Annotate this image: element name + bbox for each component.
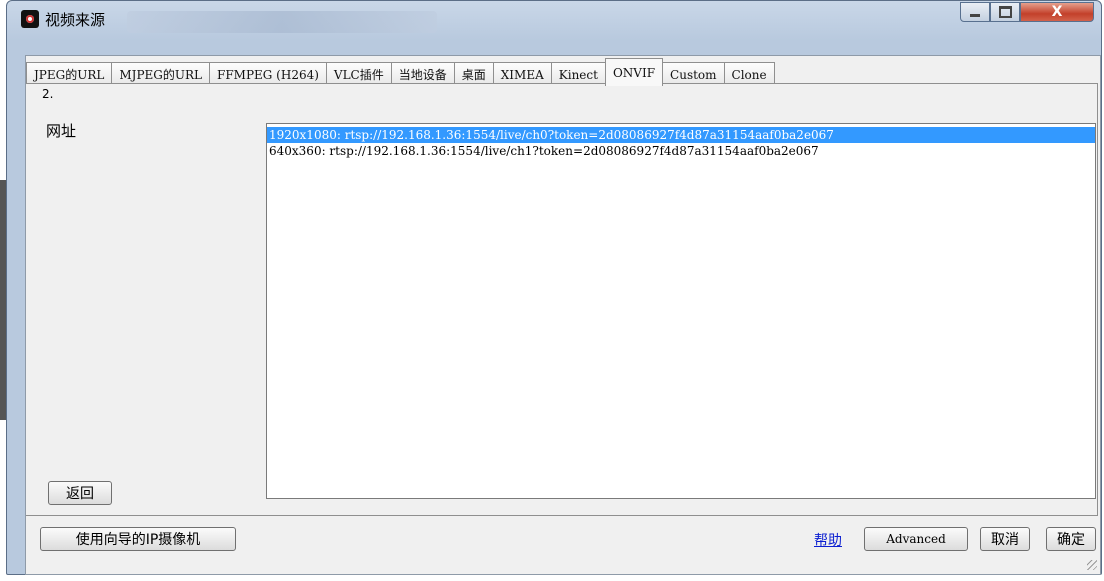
tab-onvif[interactable]: ONVIF xyxy=(604,58,664,86)
list-item[interactable]: 1920x1080: rtsp://192.168.1.36:1554/live… xyxy=(267,127,1095,143)
close-icon: X xyxy=(1051,4,1063,20)
title-bar[interactable]: 视频来源 X xyxy=(7,1,1101,37)
close-button[interactable]: X xyxy=(1020,2,1094,22)
camera-app-icon xyxy=(21,10,39,28)
help-link[interactable]: 帮助 xyxy=(814,530,842,550)
resize-grip-icon[interactable] xyxy=(1087,560,1097,570)
minimize-button[interactable] xyxy=(960,2,990,22)
maximize-icon xyxy=(998,6,1012,18)
ok-button[interactable]: 确定 xyxy=(1046,527,1096,551)
cancel-button[interactable]: 取消 xyxy=(980,527,1030,551)
list-item[interactable]: 640x360: rtsp://192.168.1.36:1554/live/c… xyxy=(267,143,1095,159)
source-tabs: JPEG的URL MJPEG的URL FFMPEG (H264) VLC插件 当地设备桌… xyxy=(26,58,775,86)
step-label: 2. xyxy=(42,87,54,101)
ip-camera-wizard-button[interactable]: 使用向导的IP摄像机 xyxy=(40,527,236,551)
url-label: 网址 xyxy=(46,122,77,140)
minimize-icon xyxy=(970,13,980,17)
window-title: 视频来源 xyxy=(45,11,106,29)
dialog-window: 视频来源 X JPEG的URL MJPEG的URL FFMPEG (H264) VLC… xyxy=(6,0,1102,575)
title-blur-region xyxy=(127,11,437,33)
maximize-button[interactable] xyxy=(990,2,1020,22)
advanced-button[interactable]: Advanced xyxy=(864,527,968,551)
dialog-client: JPEG的URL MJPEG的URL FFMPEG (H264) VLC插件 当地设备桌… xyxy=(25,55,1101,575)
stream-url-list[interactable]: 1920x1080: rtsp://192.168.1.36:1554/live… xyxy=(266,123,1096,499)
back-button[interactable]: 返回 xyxy=(48,481,112,505)
